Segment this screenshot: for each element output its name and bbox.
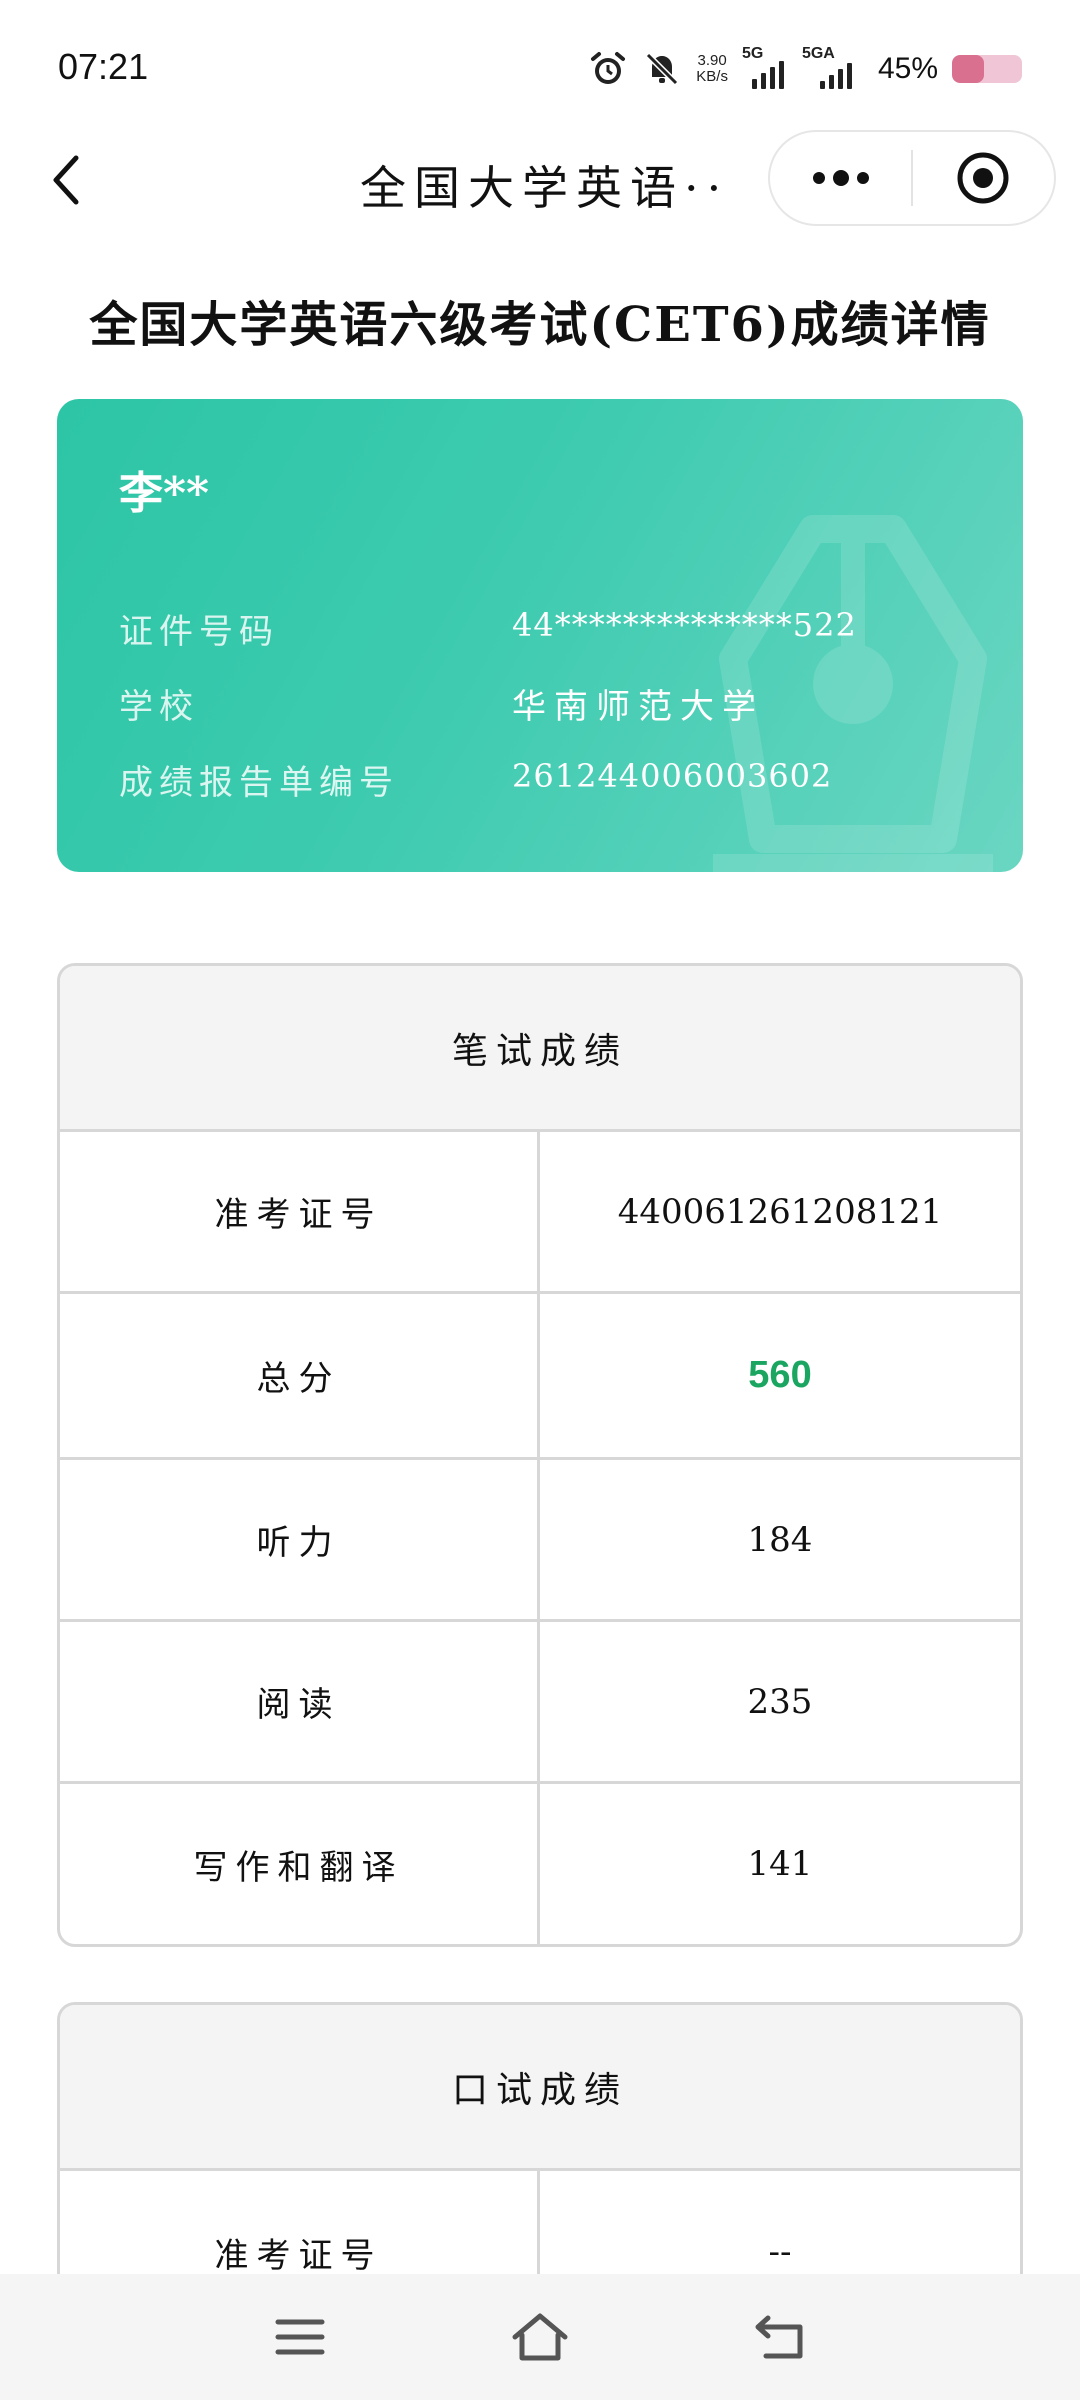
more-dots-icon (812, 170, 869, 186)
table-row: 听力 184 (60, 1460, 1020, 1622)
written-score-heading: 笔试成绩 (60, 966, 1020, 1132)
menu-button[interactable] (260, 2297, 340, 2377)
school-value: 华南师范大学 (512, 687, 764, 727)
status-bar: 07:21 3.90 KB/s 5G 5GA 45% (0, 0, 1080, 140)
writing-translation-label: 写作和翻译 (60, 1784, 540, 1944)
table-row: 阅读 235 (60, 1622, 1020, 1784)
net-speed-unit: KB/s (696, 68, 728, 85)
back-system-button[interactable] (740, 2297, 820, 2377)
alarm-icon (588, 49, 628, 89)
candidate-info-card: 李** 证件号码 44**************522 学校 华南师范大学 成… (57, 399, 1023, 872)
nav-bar: 全国大学英语··· (0, 130, 1080, 230)
admission-number-value: 440061261208121 (617, 1191, 943, 1232)
school-label: 学校 (119, 687, 199, 727)
written-score-table: 笔试成绩 准考证号 440061261208121 总分 560 听力 184 … (57, 963, 1023, 1947)
total-score-label: 总分 (60, 1294, 540, 1457)
listening-label: 听力 (60, 1460, 540, 1619)
admission-number-label: 准考证号 (60, 1132, 540, 1291)
reading-value: 235 (747, 1681, 813, 1722)
back-button[interactable] (36, 150, 96, 210)
oral-score-heading: 口试成绩 (60, 2005, 1020, 2171)
system-nav-bar (0, 2274, 1080, 2400)
battery-percent: 45% (877, 52, 938, 85)
listening-value: 184 (747, 1519, 813, 1560)
signal-sim1: 5G (742, 45, 788, 89)
chevron-left-icon (53, 155, 79, 205)
table-row: 写作和翻译 141 (60, 1784, 1020, 1944)
status-icons: 3.90 KB/s 5G 5GA 45% (588, 44, 1022, 94)
id-number-value: 44**************522 (512, 606, 857, 644)
writing-translation-value: 141 (747, 1844, 813, 1884)
page-title: 全国大学英语六级考试(CET6)成绩详情 (89, 297, 991, 353)
report-number-value: 261244006003602 (512, 757, 833, 795)
id-number-label: 证件号码 (119, 612, 279, 652)
reading-label: 阅读 (60, 1622, 540, 1781)
sim2-label: 5GA (801, 45, 835, 62)
home-button[interactable] (500, 2297, 580, 2377)
table-row: 总分 560 (60, 1294, 1020, 1460)
status-time: 07:21 (58, 46, 149, 87)
net-speed-value: 3.90 (697, 52, 727, 69)
more-button[interactable] (770, 132, 911, 224)
net-speed: 3.90 KB/s (696, 53, 728, 85)
back-arrow-icon (755, 2315, 803, 2359)
table-row: 准考证号 440061261208121 (60, 1132, 1020, 1294)
nav-title: 全国大学英语··· (360, 161, 720, 215)
close-miniprogram-button[interactable] (913, 132, 1054, 224)
mini-program-capsule (768, 130, 1056, 226)
home-icon (512, 2313, 568, 2361)
target-close-icon (957, 152, 1009, 204)
sim1-label: 5G (741, 45, 764, 62)
candidate-name: 李** (119, 468, 210, 519)
mute-bell-icon (642, 49, 682, 89)
total-score-value: 560 (748, 1354, 812, 1396)
battery-icon (952, 55, 1022, 83)
menu-icon (275, 2319, 325, 2355)
signal-sim2: 5GA (802, 45, 864, 89)
report-number-label: 成绩报告单编号 (119, 763, 399, 803)
